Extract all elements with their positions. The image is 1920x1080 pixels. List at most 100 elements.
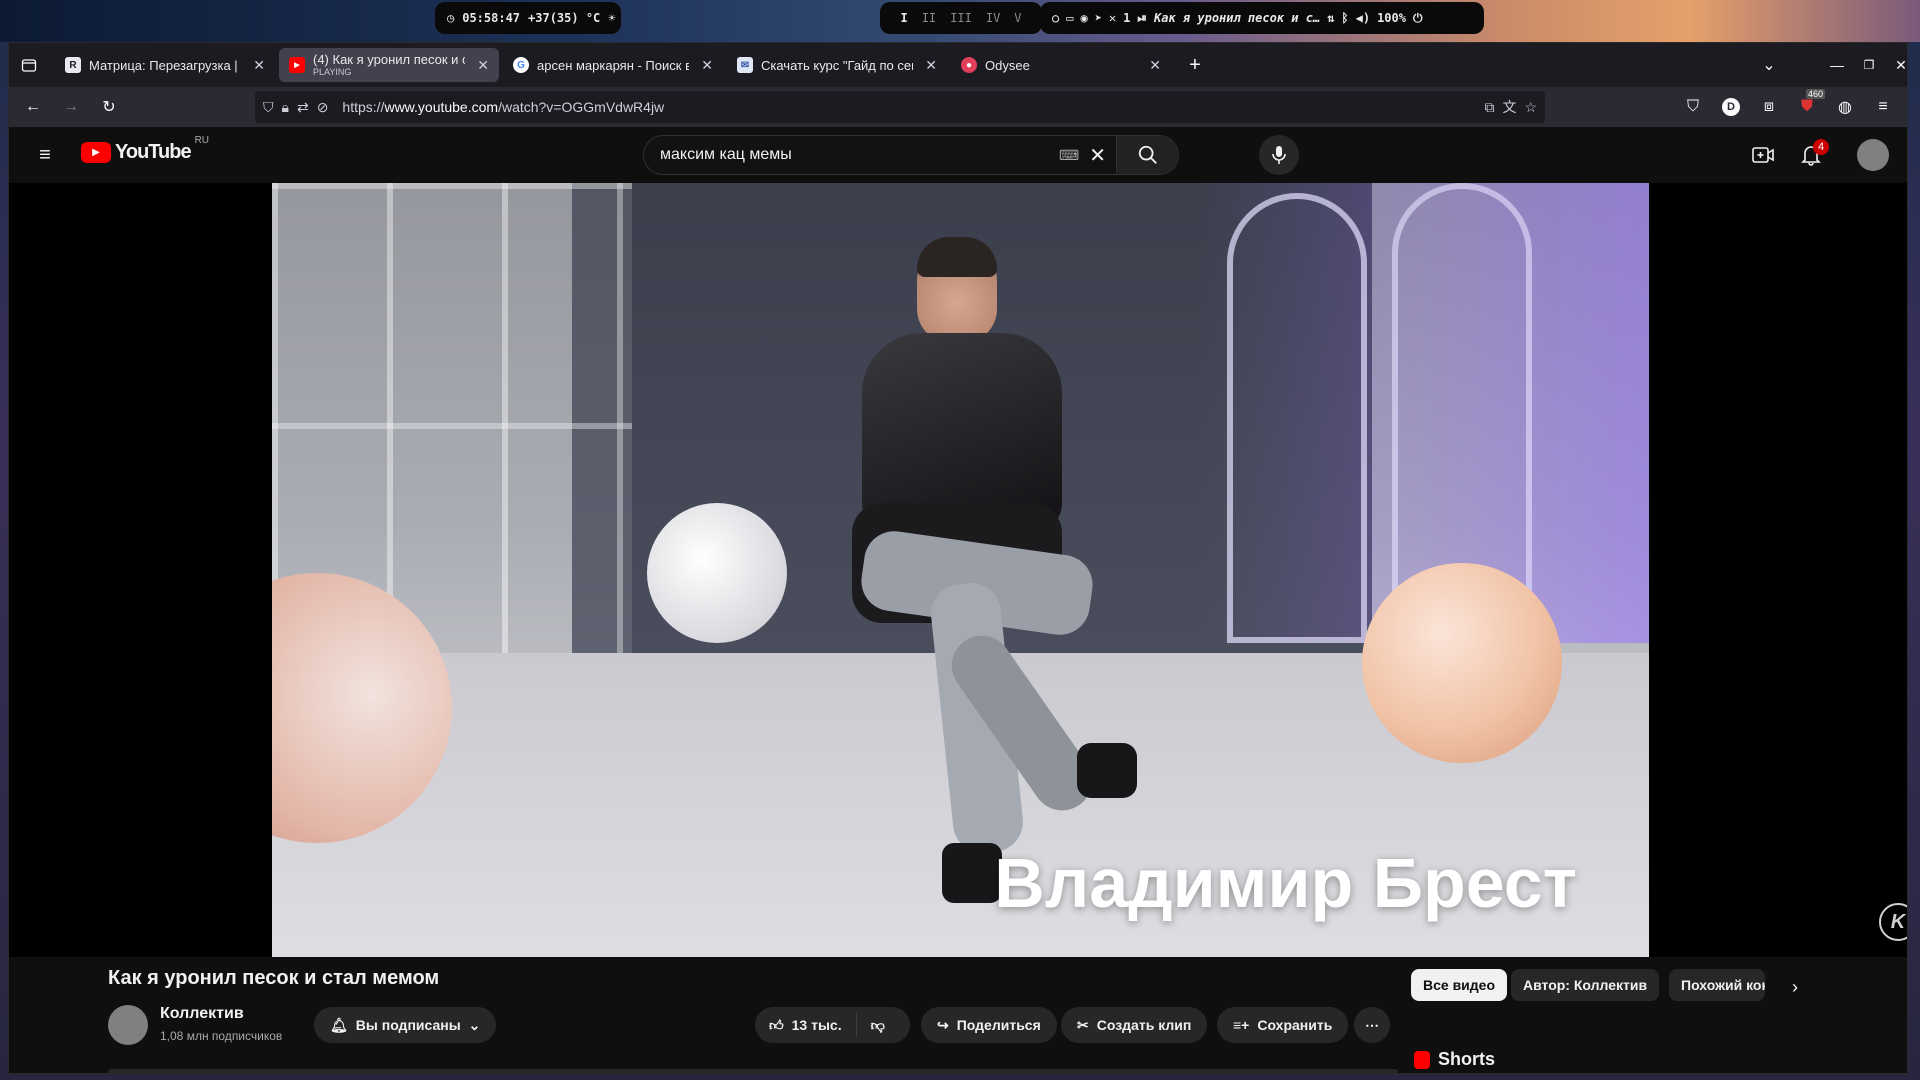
close-icon[interactable]: ✕ bbox=[1149, 57, 1161, 74]
droplet-icon[interactable]: ○ bbox=[1052, 11, 1059, 25]
notifications-bell-icon[interactable]: 4 bbox=[1795, 139, 1829, 171]
shield-icon[interactable]: ⛉ bbox=[263, 99, 274, 116]
media-play-icon[interactable]: ⏯ bbox=[1137, 11, 1147, 26]
region-code: RU bbox=[194, 135, 210, 146]
odysee-favicon-icon: ● bbox=[961, 57, 977, 73]
create-video-icon[interactable] bbox=[1747, 139, 1779, 171]
lock-icon[interactable]: 🔒︎ bbox=[282, 99, 289, 116]
translate-icon[interactable]: 文 bbox=[1502, 97, 1516, 117]
minimize-icon[interactable]: — bbox=[1821, 49, 1853, 81]
workspace-1[interactable]: I bbox=[900, 11, 907, 25]
chip-related[interactable]: Похожий кон bbox=[1669, 969, 1765, 1001]
share-icon: ↪ bbox=[937, 1016, 949, 1033]
notifications-muted-icon[interactable]: ✕ bbox=[1109, 11, 1116, 25]
url-path: /watch?v=OGGmVdwR4jw bbox=[498, 99, 665, 115]
url-host: www.youtube.com bbox=[384, 99, 499, 115]
close-icon[interactable]: ✕ bbox=[701, 57, 713, 74]
window-close-icon[interactable]: ✕ bbox=[1885, 49, 1907, 81]
share-label: Поделиться bbox=[956, 1017, 1041, 1033]
close-icon[interactable]: ✕ bbox=[253, 57, 265, 74]
clock-text: 05:58:47 bbox=[462, 11, 521, 25]
avatar[interactable] bbox=[1857, 139, 1889, 171]
youtube-logo[interactable]: ▶ YouTube RU bbox=[81, 135, 209, 164]
tab-google-search[interactable]: G арсен маркарян - Поиск в ✕ bbox=[503, 48, 723, 82]
video-player[interactable]: Владимир Брест K bbox=[9, 183, 1907, 957]
subscribed-label: Вы подписаны bbox=[355, 1017, 461, 1033]
chip-all-videos[interactable]: Все видео bbox=[1411, 969, 1508, 1001]
chip-from-author[interactable]: Автор: Коллектив bbox=[1511, 969, 1660, 1001]
search-input[interactable]: максим кац мемы bbox=[644, 146, 1059, 164]
close-icon[interactable]: ✕ bbox=[925, 57, 937, 74]
bookmark-star-icon[interactable]: ☆ bbox=[1524, 99, 1537, 116]
account-d-icon[interactable]: D bbox=[1715, 91, 1747, 123]
pocket-icon[interactable]: ⛉ bbox=[1677, 91, 1709, 123]
workspace-switcher: I II III IV V bbox=[880, 2, 1042, 34]
picture-in-picture-icon[interactable]: ⧉ bbox=[1484, 99, 1494, 116]
tab-youtube-video[interactable]: ▶ (4) Как я уронил песок и с PLAYING ✕ bbox=[279, 48, 499, 82]
tab-odysee[interactable]: ● Odysee ✕ bbox=[951, 48, 1171, 82]
video-frame[interactable]: Владимир Брест bbox=[272, 183, 1649, 957]
youtube-play-icon: ▶ bbox=[81, 142, 111, 163]
clear-search-icon[interactable]: ✕ bbox=[1089, 143, 1106, 168]
channel-avatar[interactable] bbox=[108, 1005, 148, 1045]
dislike-button[interactable]: 👎︎ bbox=[857, 1017, 899, 1034]
clip-label: Создать клип bbox=[1096, 1017, 1192, 1033]
channel-name[interactable]: Коллектив bbox=[160, 1005, 244, 1023]
permissions-icon[interactable]: ⇄ bbox=[297, 99, 309, 116]
extensions-icon[interactable]: ⧈ bbox=[1753, 91, 1785, 123]
volume-icon[interactable]: ◀) bbox=[1356, 11, 1370, 25]
navigation-bar: ← → ↻ ⛉ 🔒︎ ⇄ ⊘ https://www.youtube.com/w… bbox=[9, 87, 1907, 127]
forward-arrow-icon[interactable]: → bbox=[55, 91, 87, 123]
url-text[interactable]: https://www.youtube.com/watch?v=OGGmVdwR… bbox=[342, 99, 664, 115]
new-tab-button[interactable]: + bbox=[1179, 49, 1211, 81]
youtube-logo-text: YouTube bbox=[115, 141, 192, 163]
globe-icon[interactable]: ◍ bbox=[1829, 91, 1861, 123]
more-actions-button[interactable]: ⋯ bbox=[1354, 1007, 1390, 1043]
share-button[interactable]: ↪ Поделиться bbox=[921, 1007, 1057, 1043]
subscribed-button[interactable]: 🔔︎ Вы подписаны ⌄ bbox=[314, 1007, 497, 1043]
close-icon[interactable]: ✕ bbox=[477, 57, 489, 74]
save-button[interactable]: ≡+ Сохранить bbox=[1217, 1007, 1349, 1043]
guide-menu-icon[interactable]: ≡ bbox=[29, 139, 61, 171]
sphere-middle bbox=[647, 503, 787, 643]
workspace-4[interactable]: IV bbox=[986, 11, 1000, 25]
search-box: максим кац мемы ⌨ ✕ bbox=[643, 135, 1179, 175]
arch-shelf-left bbox=[1227, 193, 1367, 643]
network-icon[interactable]: ⇅ bbox=[1327, 11, 1334, 25]
search-button[interactable] bbox=[1116, 136, 1178, 174]
bell-icon: 🔔︎ bbox=[330, 1016, 348, 1033]
workspace-2[interactable]: II bbox=[922, 11, 936, 25]
sun-icon: ☀ bbox=[608, 11, 616, 25]
monitor-icon[interactable]: ▭ bbox=[1066, 11, 1073, 25]
create-clip-button[interactable]: ✂ Создать клип bbox=[1061, 1007, 1208, 1043]
keyboard-icon[interactable]: ⌨ bbox=[1059, 147, 1079, 164]
back-arrow-icon[interactable]: ← bbox=[17, 91, 49, 123]
media-title[interactable]: Как я уронил песок и с… bbox=[1154, 11, 1320, 25]
temperature-text: +37(35) °C bbox=[528, 11, 601, 25]
hamburger-menu-icon[interactable]: ≡ bbox=[1867, 91, 1899, 123]
tab-matrix[interactable]: R Матрица: Перезагрузка | ✕ bbox=[55, 48, 275, 82]
ublock-icon[interactable]: ⛊ 460 bbox=[1791, 89, 1825, 123]
workspace-5[interactable]: V bbox=[1014, 11, 1021, 25]
restore-icon[interactable]: ❐ bbox=[1853, 49, 1885, 81]
volume-level: 100% bbox=[1377, 11, 1406, 25]
tab-overview-icon[interactable] bbox=[13, 49, 45, 81]
shorts-label: Shorts bbox=[1438, 1049, 1496, 1069]
like-button[interactable]: 👍︎ 13 тыс. bbox=[755, 1013, 857, 1037]
channel-watermark[interactable]: K bbox=[1879, 903, 1907, 941]
tracking-blocked-icon[interactable]: ⊘ bbox=[317, 99, 329, 116]
tab-list-chevron-down-icon[interactable]: ⌄ bbox=[1753, 49, 1785, 81]
tab-title: Odysee bbox=[985, 57, 1030, 73]
clock-widget: ◷ 05:58:47 +37(35) °C ☀ bbox=[435, 2, 621, 34]
power-icon[interactable]: ⏻ bbox=[1413, 11, 1423, 26]
bluetooth-icon[interactable]: ᛒ bbox=[1341, 11, 1348, 25]
reload-icon[interactable]: ↻ bbox=[93, 91, 125, 123]
voice-search-button[interactable] bbox=[1259, 135, 1299, 175]
discord-icon[interactable]: ◉ bbox=[1080, 11, 1087, 25]
chips-next-chevron-icon[interactable]: › bbox=[1779, 971, 1811, 1003]
telegram-icon[interactable]: ➤ bbox=[1095, 11, 1102, 25]
workspace-3[interactable]: III bbox=[950, 11, 972, 25]
sphere-right bbox=[1362, 563, 1562, 763]
url-bar[interactable]: ⛉ 🔒︎ ⇄ ⊘ https://www.youtube.com/watch?v… bbox=[255, 91, 1545, 123]
tab-course[interactable]: ✉ Скачать курс "Гайд по сек ✕ bbox=[727, 48, 947, 82]
